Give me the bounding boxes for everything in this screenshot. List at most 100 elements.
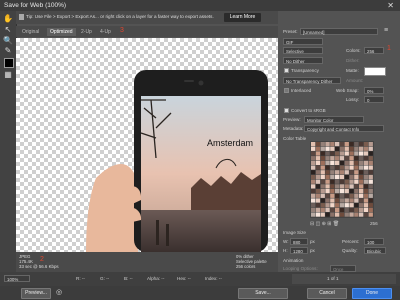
color-swatch[interactable] bbox=[315, 189, 321, 194]
color-swatch[interactable] bbox=[349, 212, 354, 217]
color-swatch[interactable] bbox=[330, 193, 335, 198]
color-swatch[interactable] bbox=[311, 179, 316, 184]
color-swatch[interactable] bbox=[325, 179, 330, 184]
color-swatch[interactable] bbox=[359, 212, 364, 217]
color-swatch[interactable] bbox=[359, 198, 364, 203]
color-swatch[interactable] bbox=[368, 179, 373, 184]
color-swatch[interactable] bbox=[363, 160, 369, 165]
color-swatch[interactable] bbox=[320, 142, 325, 147]
color-swatch[interactable] bbox=[339, 203, 345, 208]
toggle-slices-icon[interactable]: ▦ bbox=[3, 70, 13, 80]
lossy-select[interactable]: 0 bbox=[364, 96, 384, 103]
color-swatch[interactable] bbox=[311, 207, 316, 212]
color-swatch[interactable] bbox=[349, 184, 354, 189]
color-swatch[interactable] bbox=[344, 179, 349, 184]
color-swatch[interactable] bbox=[349, 179, 354, 184]
color-swatch[interactable] bbox=[335, 193, 340, 198]
color-swatch[interactable] bbox=[354, 179, 359, 184]
color-swatch[interactable] bbox=[368, 203, 373, 208]
color-swatch[interactable] bbox=[354, 146, 359, 151]
color-swatch[interactable] bbox=[344, 193, 349, 198]
color-swatch[interactable] bbox=[363, 142, 369, 147]
color-swatch[interactable] bbox=[354, 151, 359, 156]
hand-tool-icon[interactable]: ✋ bbox=[3, 14, 13, 24]
color-swatch[interactable] bbox=[325, 170, 330, 175]
color-swatch[interactable] bbox=[335, 156, 340, 161]
interlaced-checkbox[interactable] bbox=[284, 88, 289, 93]
color-swatch[interactable] bbox=[359, 193, 364, 198]
color-swatch[interactable] bbox=[330, 179, 335, 184]
color-swatch[interactable] bbox=[330, 207, 335, 212]
color-swatch[interactable] bbox=[320, 170, 325, 175]
color-swatch[interactable] bbox=[349, 207, 354, 212]
percent-input[interactable]: 100 bbox=[364, 238, 384, 245]
color-swatch[interactable] bbox=[311, 189, 316, 194]
preview-button[interactable]: Preview... bbox=[21, 288, 51, 299]
preset-select[interactable]: [Unnamed] bbox=[300, 28, 378, 35]
color-swatch[interactable] bbox=[344, 156, 349, 161]
color-swatch[interactable] bbox=[359, 165, 364, 170]
color-swatch[interactable] bbox=[349, 160, 354, 165]
color-swatch[interactable] bbox=[349, 198, 354, 203]
color-swatch[interactable] bbox=[330, 184, 335, 189]
color-swatch[interactable] bbox=[359, 203, 364, 208]
color-swatch[interactable] bbox=[354, 165, 359, 170]
color-swatch[interactable] bbox=[359, 151, 364, 156]
color-swatch[interactable] bbox=[354, 160, 359, 165]
color-swatch[interactable] bbox=[359, 142, 364, 147]
color-swatch[interactable] bbox=[311, 170, 316, 175]
color-swatch[interactable] bbox=[335, 184, 340, 189]
color-swatch[interactable] bbox=[325, 203, 330, 208]
color-swatch[interactable] bbox=[335, 198, 340, 203]
color-swatch[interactable] bbox=[344, 198, 349, 203]
color-swatch[interactable] bbox=[325, 198, 330, 203]
color-swatch[interactable] bbox=[335, 165, 340, 170]
color-swatch[interactable] bbox=[349, 174, 354, 180]
color-swatch[interactable] bbox=[311, 151, 316, 156]
preview-select[interactable]: Monitor Color bbox=[304, 116, 364, 123]
color-swatch[interactable] bbox=[354, 193, 359, 198]
color-swatch[interactable] bbox=[344, 142, 349, 147]
color-swatch[interactable] bbox=[320, 165, 325, 170]
color-swatch[interactable] bbox=[349, 156, 354, 161]
color-swatch[interactable] bbox=[320, 156, 325, 161]
color-swatch[interactable] bbox=[368, 146, 373, 151]
menu-icon[interactable]: ≡ bbox=[384, 27, 388, 34]
color-swatch[interactable] bbox=[363, 156, 369, 161]
color-swatch[interactable] bbox=[311, 165, 316, 170]
color-swatch[interactable] bbox=[359, 170, 364, 175]
color-swatch[interactable] bbox=[363, 146, 369, 151]
color-swatch[interactable] bbox=[335, 142, 340, 147]
color-swatch[interactable] bbox=[368, 142, 373, 147]
color-swatch[interactable] bbox=[311, 156, 316, 161]
color-swatch[interactable] bbox=[330, 142, 335, 147]
color-swatch[interactable] bbox=[339, 179, 345, 184]
color-swatch[interactable] bbox=[315, 142, 321, 147]
color-swatch[interactable] bbox=[320, 179, 325, 184]
color-swatch[interactable] bbox=[335, 170, 340, 175]
matte-color-swatch[interactable] bbox=[364, 67, 386, 76]
color-swatch[interactable] bbox=[311, 203, 316, 208]
color-swatch[interactable] bbox=[311, 160, 316, 165]
color-swatch[interactable] bbox=[330, 151, 335, 156]
color-swatch[interactable] bbox=[320, 189, 325, 194]
color-swatch[interactable] bbox=[339, 198, 345, 203]
color-swatch[interactable] bbox=[344, 146, 349, 151]
color-swatch[interactable] bbox=[330, 165, 335, 170]
color-table[interactable] bbox=[310, 141, 374, 218]
color-swatch[interactable] bbox=[354, 207, 359, 212]
color-swatch[interactable] bbox=[368, 160, 373, 165]
color-swatch[interactable] bbox=[330, 170, 335, 175]
slice-select-tool-icon[interactable]: ↖ bbox=[3, 25, 13, 35]
color-swatch[interactable] bbox=[335, 189, 340, 194]
color-swatch[interactable] bbox=[339, 170, 345, 175]
color-swatch[interactable] bbox=[344, 151, 349, 156]
color-swatch[interactable] bbox=[354, 156, 359, 161]
color-swatch[interactable] bbox=[315, 174, 321, 180]
tab-4-up[interactable]: 4-Up bbox=[100, 28, 111, 36]
looping-select[interactable]: Once bbox=[330, 265, 356, 272]
color-swatch[interactable] bbox=[359, 207, 364, 212]
color-swatch[interactable] bbox=[325, 165, 330, 170]
color-swatch[interactable] bbox=[344, 184, 349, 189]
color-swatch[interactable] bbox=[315, 179, 321, 184]
